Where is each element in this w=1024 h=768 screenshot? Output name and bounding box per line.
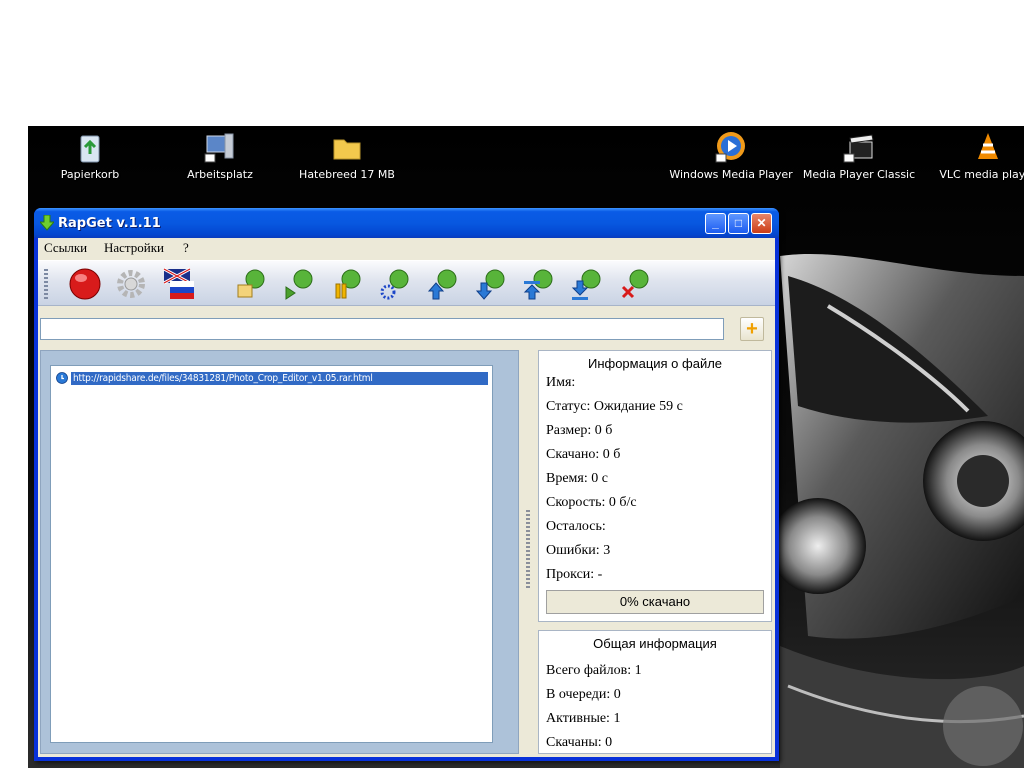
download-arrow-icon xyxy=(40,215,54,231)
waiting-status-icon xyxy=(56,372,68,384)
toolbar-grip[interactable] xyxy=(44,269,48,299)
progress-label: 0% скачано xyxy=(619,594,691,609)
move-down-icon[interactable] xyxy=(472,265,510,303)
desktop-icon-windows-media-player[interactable]: Windows Media Player xyxy=(669,130,793,181)
move-up-icon[interactable] xyxy=(424,265,462,303)
maximize-button[interactable]: □ xyxy=(728,213,749,234)
desktop-icon-vlc[interactable]: VLC media player xyxy=(926,130,1024,181)
close-button[interactable]: ✕ xyxy=(751,213,772,234)
active-field: Активные: 1 xyxy=(546,711,621,726)
recycle-bin-icon xyxy=(80,135,100,163)
menu-links[interactable]: Ссылки xyxy=(44,240,87,256)
minimize-button[interactable]: _ xyxy=(705,213,726,234)
menu-help[interactable]: ? xyxy=(183,240,189,256)
start-icon[interactable] xyxy=(280,265,318,303)
window-title: RapGet v.1.11 xyxy=(58,216,161,231)
desktop-icon-recycle-bin[interactable]: Papierkorb xyxy=(28,130,152,181)
folder-icon xyxy=(333,139,361,160)
downloads-panel: http://rapidshare.de/files/34831281/Phot… xyxy=(40,350,519,754)
file-remaining-field: Осталось: xyxy=(546,519,606,534)
file-name-field: Имя: xyxy=(546,375,576,390)
file-time-field: Время: 0 с xyxy=(546,471,608,486)
file-speed-field: Скорость: 0 б/с xyxy=(546,495,637,510)
file-downloaded-field: Скачано: 0 б xyxy=(546,447,621,462)
download-url: http://rapidshare.de/files/34831281/Phot… xyxy=(71,371,488,385)
menu-settings[interactable]: Настройки xyxy=(104,240,164,256)
desktop-icon-my-computer[interactable]: Arbeitsplatz xyxy=(158,130,282,181)
file-proxy-field: Прокси: - xyxy=(546,567,603,582)
settings-gear-icon[interactable] xyxy=(112,265,150,303)
clapperboard-icon xyxy=(843,134,874,163)
move-top-icon[interactable] xyxy=(520,265,558,303)
general-info-title: Общая информация xyxy=(593,636,717,651)
completed-field: Скачаны: 0 xyxy=(546,735,613,750)
add-link-button[interactable]: + xyxy=(740,317,764,341)
window-titlebar[interactable]: RapGet v.1.11 _ □ ✕ xyxy=(34,208,779,238)
rapget-window: RapGet v.1.11 _ □ ✕ Ссылки Настройки ? +… xyxy=(34,208,779,761)
options-icon[interactable] xyxy=(376,265,414,303)
toolbar xyxy=(38,260,775,306)
url-row: + xyxy=(38,310,775,344)
desktop-icon-media-player-classic[interactable]: Media Player Classic xyxy=(797,130,921,181)
desktop-icon-label: Hatebreed 17 MB xyxy=(299,168,395,181)
file-status-field: Статус: Ожидание 59 с xyxy=(546,399,683,414)
language-flag-icon[interactable] xyxy=(160,265,198,303)
desktop-icon-label: Media Player Classic xyxy=(802,168,916,181)
desktop-icon-hatebreed-folder[interactable]: Hatebreed 17 MB xyxy=(285,130,409,181)
queued-field: В очереди: 0 xyxy=(546,687,621,702)
media-player-icon xyxy=(715,132,745,163)
file-size-field: Размер: 0 б xyxy=(546,423,613,438)
file-info-box: Информация о файле Имя: Статус: Ожидание… xyxy=(538,350,772,622)
pause-icon[interactable] xyxy=(328,265,366,303)
desktop-icon-label: Windows Media Player xyxy=(669,168,793,181)
vlc-cone-icon xyxy=(978,133,998,159)
stop-icon[interactable] xyxy=(66,265,104,303)
downloads-list[interactable]: http://rapidshare.de/files/34831281/Phot… xyxy=(50,365,493,743)
file-info-title: Информация о файле xyxy=(587,356,723,371)
url-input[interactable] xyxy=(40,318,724,340)
list-item[interactable]: http://rapidshare.de/files/34831281/Phot… xyxy=(56,370,488,386)
desktop-icon-label: Arbeitsplatz xyxy=(187,168,253,181)
panel-splitter[interactable] xyxy=(526,510,530,590)
open-folder-icon[interactable] xyxy=(232,265,270,303)
file-errors-field: Ошибки: 3 xyxy=(546,543,611,558)
desktop-icon-label: Papierkorb xyxy=(60,168,120,181)
general-info-box: Общая информация Всего файлов: 1 В очере… xyxy=(538,630,772,754)
total-files-field: Всего файлов: 1 xyxy=(546,663,642,678)
desktop-icon-label: VLC media player xyxy=(939,168,1024,181)
delete-icon[interactable] xyxy=(616,265,654,303)
download-progress-bar: 0% скачано xyxy=(546,590,764,614)
menu-bar: Ссылки Настройки ? xyxy=(38,238,775,258)
move-bottom-icon[interactable] xyxy=(568,265,606,303)
computer-icon xyxy=(204,133,234,163)
window-client-area: Ссылки Настройки ? + http://rapidshare.d… xyxy=(38,238,775,757)
